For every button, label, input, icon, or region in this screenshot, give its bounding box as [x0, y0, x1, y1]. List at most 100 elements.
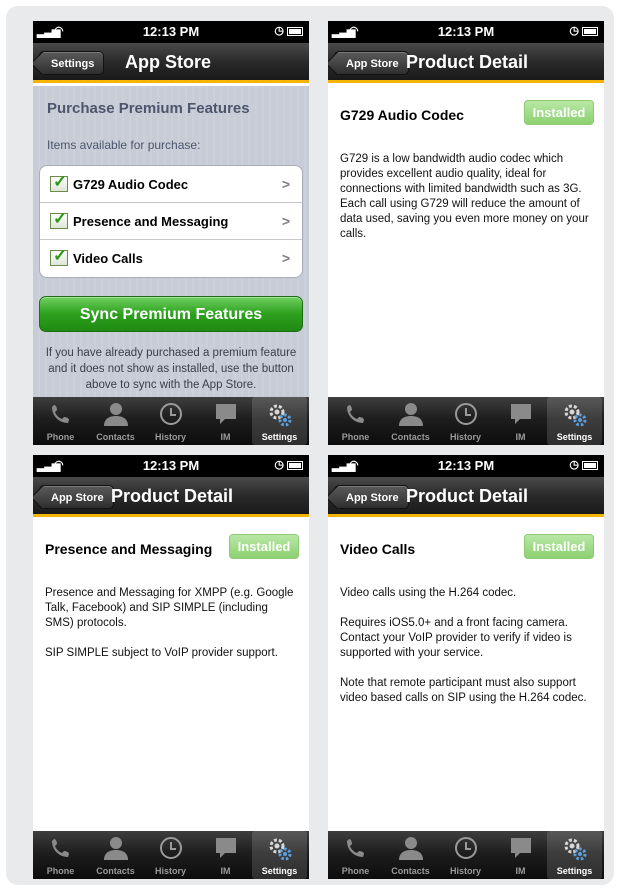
description-paragraph: Video calls using the H.264 codec.: [340, 587, 517, 599]
phone-icon: [33, 836, 88, 862]
tab-label: Settings: [556, 866, 593, 876]
settings-icon: [252, 402, 307, 428]
feature-item-video[interactable]: Video Calls >: [40, 240, 302, 277]
tab-settings[interactable]: Settings: [252, 831, 307, 879]
tab-label: Phone: [341, 432, 370, 442]
tab-contacts[interactable]: Contacts: [383, 831, 438, 879]
feature-label: Video Calls: [73, 251, 143, 266]
store-content: Purchase Premium Features Items availabl…: [33, 86, 309, 397]
tab-history[interactable]: History: [438, 397, 493, 445]
back-button[interactable]: App Store: [334, 485, 409, 509]
tab-phone[interactable]: Phone: [328, 831, 383, 879]
status-bar: ▂▃▅ ◠ 12:13 PM ◷: [328, 455, 604, 477]
tab-label: Phone: [341, 866, 370, 876]
product-description: G729 is a low bandwidth audio codec whic…: [340, 152, 594, 257]
tab-label: Contacts: [96, 432, 135, 442]
product-title: Video Calls: [340, 541, 416, 557]
tab-history[interactable]: History: [438, 831, 493, 879]
nav-title: App Store: [125, 52, 212, 72]
product-description: Video calls using the H.264 codec. Requi…: [340, 586, 594, 721]
tab-settings[interactable]: Settings: [252, 397, 307, 445]
tab-label: Contacts: [391, 866, 430, 876]
history-icon: [438, 836, 493, 862]
tab-phone[interactable]: Phone: [328, 397, 383, 445]
description-paragraph: Note that remote participant must also s…: [340, 677, 587, 704]
settings-icon: [547, 836, 602, 862]
back-button[interactable]: Settings: [39, 51, 105, 75]
tab-label: IM: [220, 866, 231, 876]
contacts-icon: [88, 402, 143, 428]
settings-icon: [547, 402, 602, 428]
product-description: Presence and Messaging for XMPP (e.g. Go…: [45, 586, 299, 676]
tab-im[interactable]: IM: [493, 397, 548, 445]
history-icon: [143, 836, 198, 862]
tab-contacts[interactable]: Contacts: [88, 397, 143, 445]
tab-phone[interactable]: Phone: [33, 397, 88, 445]
tab-label: IM: [515, 432, 526, 442]
battery-icon: ◷: [569, 458, 598, 471]
history-icon: [143, 402, 198, 428]
nav-title: Product Detail: [406, 52, 529, 72]
tab-im[interactable]: IM: [198, 397, 253, 445]
description-paragraph: Requires iOS5.0+ and a front facing came…: [340, 617, 572, 659]
description-paragraph: SIP SIMPLE subject to VoIP provider supp…: [45, 647, 278, 659]
installed-button[interactable]: Installed: [229, 534, 299, 559]
sync-note: If you have already purchased a premium …: [45, 347, 297, 391]
tab-label: History: [449, 866, 481, 876]
tab-history[interactable]: History: [143, 831, 198, 879]
tab-history[interactable]: History: [143, 397, 198, 445]
tab-label: Phone: [46, 866, 75, 876]
feature-item-presence[interactable]: Presence and Messaging >: [40, 203, 302, 240]
tab-label: History: [154, 432, 186, 442]
tab-label: Contacts: [391, 432, 430, 442]
nav-bar: App Store Product Detail: [328, 477, 604, 517]
nav-bar: App Store Product Detail: [328, 43, 604, 83]
nav-title: Product Detail: [406, 486, 529, 506]
tab-bar: Phone Contacts History IM Settings: [328, 397, 604, 445]
history-icon: [438, 402, 493, 428]
phone-icon: [33, 402, 88, 428]
product-title: Presence and Messaging: [45, 541, 213, 557]
feature-label: Presence and Messaging: [73, 214, 229, 229]
sync-premium-button[interactable]: Sync Premium Features: [39, 296, 303, 332]
tab-contacts[interactable]: Contacts: [88, 831, 143, 879]
tab-label: Contacts: [96, 866, 135, 876]
battery-icon: ◷: [274, 24, 303, 37]
detail-content: Video Calls Installed Video calls using …: [328, 520, 604, 831]
battery-icon: ◷: [274, 458, 303, 471]
tab-phone[interactable]: Phone: [33, 831, 88, 879]
chevron-right-icon: >: [281, 213, 290, 229]
settings-icon: [252, 836, 307, 862]
feature-item-g729[interactable]: G729 Audio Codec >: [40, 166, 302, 203]
installed-button[interactable]: Installed: [524, 100, 594, 125]
im-icon: [198, 836, 253, 862]
tab-label: Settings: [261, 866, 298, 876]
app-store-screen: ▂▃▅ ◠ 12:13 PM ◷ Settings App Store Purc…: [33, 21, 309, 445]
feature-list: G729 Audio Codec > Presence and Messagin…: [39, 165, 303, 278]
tab-label: Settings: [261, 432, 298, 442]
phone-icon: [328, 836, 383, 862]
status-bar: ▂▃▅ ◠ 12:13 PM ◷: [33, 455, 309, 477]
tab-label: History: [154, 866, 186, 876]
description-paragraph: Presence and Messaging for XMPP (e.g. Go…: [45, 587, 294, 629]
detail-content: Presence and Messaging Installed Presenc…: [33, 520, 309, 831]
checkbox-icon: [50, 209, 68, 229]
tab-settings[interactable]: Settings: [547, 397, 602, 445]
im-icon: [493, 836, 548, 862]
back-button[interactable]: App Store: [334, 51, 409, 75]
tab-contacts[interactable]: Contacts: [383, 397, 438, 445]
store-heading: Purchase Premium Features: [47, 100, 250, 117]
phone-icon: [328, 402, 383, 428]
tab-im[interactable]: IM: [198, 831, 253, 879]
detail-content: G729 Audio Codec Installed G729 is a low…: [328, 86, 604, 397]
installed-button[interactable]: Installed: [524, 534, 594, 559]
back-button[interactable]: App Store: [39, 485, 114, 509]
status-time: 12:13 PM: [142, 24, 200, 39]
tab-bar: Phone Contacts History IM Settings: [328, 831, 604, 879]
nav-title: Product Detail: [111, 486, 234, 506]
contacts-icon: [383, 836, 438, 862]
store-subheading: Items available for purchase:: [47, 138, 201, 152]
description-paragraph: G729 is a low bandwidth audio codec whic…: [340, 153, 589, 240]
tab-im[interactable]: IM: [493, 831, 548, 879]
tab-settings[interactable]: Settings: [547, 831, 602, 879]
